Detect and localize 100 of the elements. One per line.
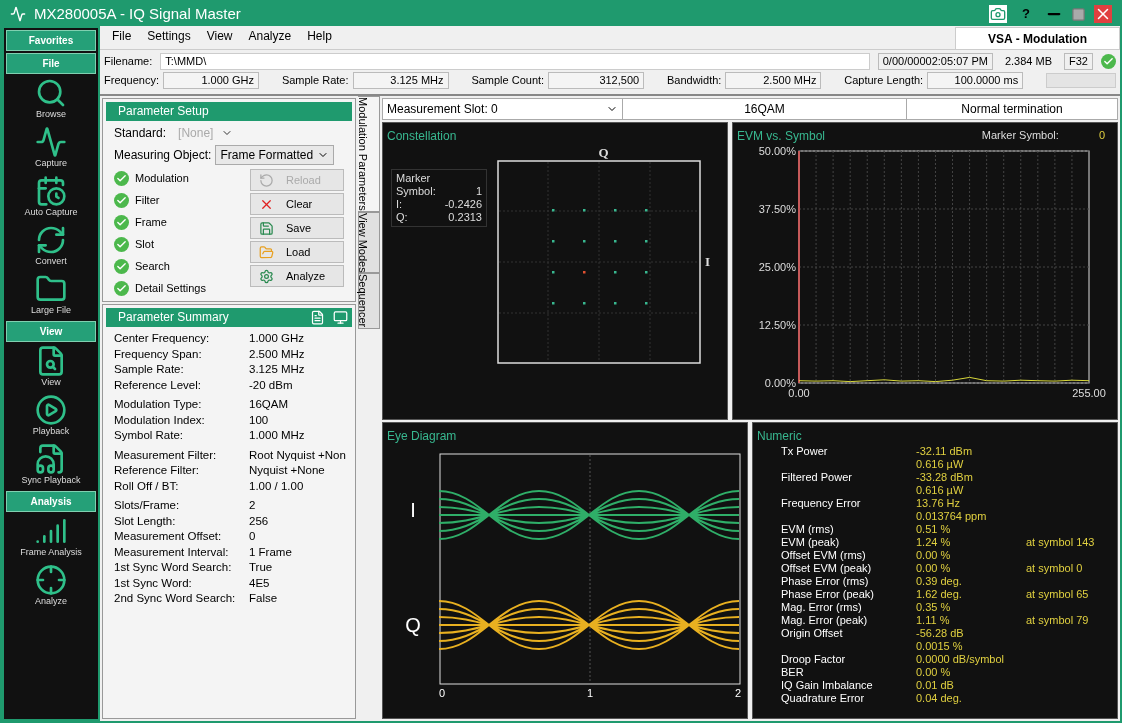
checklist-item[interactable]: Frame: [135, 214, 167, 231]
numeric-label: EVM (rms): [781, 522, 834, 535]
summary-label: 1st Sync Word:: [114, 575, 193, 591]
measuring-object-dropdown[interactable]: Frame Formatted: [215, 145, 335, 165]
marker-value: 1: [475, 185, 482, 198]
action-button[interactable]: Save: [250, 217, 344, 239]
result-status: Normal termination: [960, 101, 1064, 118]
slot-dropdown[interactable]: Measurement Slot: 0: [383, 99, 623, 119]
summary-value: True: [249, 560, 273, 575]
numeric-value: 0.39 deg.: [916, 574, 962, 587]
sidebar-item[interactable]: Analyze: [6, 561, 96, 610]
numeric-value: -33.28 dBm: [916, 470, 973, 483]
panel-title: EVM vs. Symbol: [737, 128, 826, 145]
action-button[interactable]: Clear: [250, 193, 344, 215]
action-button[interactable]: Load: [250, 241, 344, 263]
maximize-icon[interactable]: [1071, 6, 1086, 22]
summary-value: 4E5: [249, 575, 270, 591]
checklist-item[interactable]: Modulation: [135, 170, 189, 187]
numeric-label: Mag. Error (rms): [781, 600, 862, 613]
filename-field[interactable]: T:\MMD\: [160, 52, 870, 70]
field-value: 1.000 GHz: [163, 71, 260, 89]
menu-item[interactable]: File: [112, 27, 132, 45]
modulation-status: 16QAM: [623, 99, 907, 119]
checklist-item[interactable]: Search: [135, 258, 170, 275]
sidebar-item[interactable]: Sync Playback: [6, 440, 96, 489]
menu-item[interactable]: Help: [307, 27, 332, 45]
numeric-value: 0.616 µW: [916, 457, 964, 470]
sidebar-item[interactable]: Browse: [6, 74, 96, 123]
format-label: F32: [1064, 52, 1093, 70]
side-tab[interactable]: Modulation Parameters: [358, 96, 380, 212]
field-label: Measuring Object:: [114, 147, 212, 164]
numeric-value: 1.24 %: [916, 535, 951, 548]
axis-label: Q: [405, 613, 421, 638]
numeric-value: 0.04 deg.: [916, 691, 962, 704]
marker-value: 0.2313: [448, 211, 482, 224]
numeric-label: Tx Power: [781, 444, 828, 457]
file-size: 2.384 MB: [1003, 53, 1054, 69]
summary-value: False: [249, 591, 278, 606]
y-tick-label: 37.50%: [758, 203, 796, 215]
calendar-clock-icon: [35, 175, 67, 207]
document-icon[interactable]: [310, 310, 325, 325]
help-button[interactable]: ?: [1015, 4, 1037, 24]
refresh-icon: [35, 224, 67, 256]
numeric-value: 13.76 Hz: [916, 496, 961, 509]
field-label: Filename:: [104, 53, 153, 69]
numeric-value: 0.51 %: [916, 522, 951, 535]
marker-label: Q:: [396, 211, 408, 224]
menu-item[interactable]: View: [206, 27, 233, 45]
action-button[interactable]: Analyze: [250, 265, 344, 287]
checklist-item[interactable]: Detail Settings: [135, 280, 206, 297]
sidebar-item[interactable]: Playback: [6, 391, 96, 440]
field-label: Capture Length:: [844, 72, 924, 88]
sidebar-item[interactable]: Frame Analysis: [6, 512, 96, 561]
marker-label: Symbol:: [396, 185, 436, 198]
numeric-note: at symbol 65: [1026, 587, 1089, 601]
summary-value: 2: [249, 498, 256, 513]
summary-label: Slots/Frame:: [114, 498, 181, 513]
camera-icon[interactable]: [989, 5, 1007, 23]
numeric-label: Offset EVM (peak): [781, 561, 872, 574]
numeric-value: 0.013764 ppm: [916, 509, 987, 522]
checklist-item[interactable]: Slot: [135, 236, 154, 253]
menu-item[interactable]: Analyze: [248, 27, 292, 45]
sidebar-item[interactable]: Auto Capture: [6, 172, 96, 221]
axis-label: Q: [598, 145, 609, 160]
numeric-label: Phase Error (peak): [781, 587, 874, 600]
summary-label: Measurement Offset:: [114, 529, 223, 544]
timestamp: 0/00/00002:05:07 PM: [877, 52, 993, 70]
summary-label: Measurement Filter:: [114, 447, 218, 463]
panel-title: Constellation: [387, 128, 458, 145]
summary-label: 1st Sync Word Search:: [114, 560, 233, 575]
sidebar-item[interactable]: Large File: [6, 270, 96, 319]
save-icon: [259, 220, 274, 236]
app-logo-icon: [10, 6, 26, 22]
numeric-value: 0.00 %: [916, 548, 951, 561]
numeric-label: Droop Factor: [781, 652, 846, 665]
summary-label: Center Frequency:: [114, 331, 211, 346]
numeric-value: 0.01 dB: [916, 678, 954, 691]
checklist-item[interactable]: Filter: [135, 192, 160, 209]
numeric-label: Phase Error (rms): [781, 574, 869, 587]
mode-tab[interactable]: VSA - Modulation: [955, 27, 1120, 49]
menu-item[interactable]: Settings: [147, 27, 191, 45]
x-tick-label: 255.00: [1072, 387, 1106, 399]
side-tab[interactable]: Sequencer: [358, 273, 380, 329]
field-label: Bandwidth:: [667, 72, 722, 88]
summary-label: Modulation Index:: [114, 412, 206, 428]
sidebar-item[interactable]: Capture: [6, 123, 96, 172]
numeric-value: 0.0000 dB/symbol: [916, 652, 1005, 665]
numeric-label: Origin Offset: [781, 626, 843, 639]
marker-label: I:: [396, 198, 403, 211]
monitor-icon[interactable]: [333, 310, 348, 325]
numeric-label: BER: [781, 665, 804, 678]
sidebar-item[interactable]: View: [6, 342, 96, 391]
numeric-value: 0.00 %: [916, 665, 951, 678]
numeric-note: at symbol 0: [1026, 561, 1083, 575]
sidebar-item[interactable]: Convert: [6, 221, 96, 270]
axis-label: I: [410, 498, 416, 523]
close-icon[interactable]: [1094, 5, 1112, 23]
summary-value: 1 Frame: [249, 544, 292, 560]
summary-label: Frequency Span:: [114, 346, 203, 362]
side-tab[interactable]: View Modes: [358, 211, 380, 274]
